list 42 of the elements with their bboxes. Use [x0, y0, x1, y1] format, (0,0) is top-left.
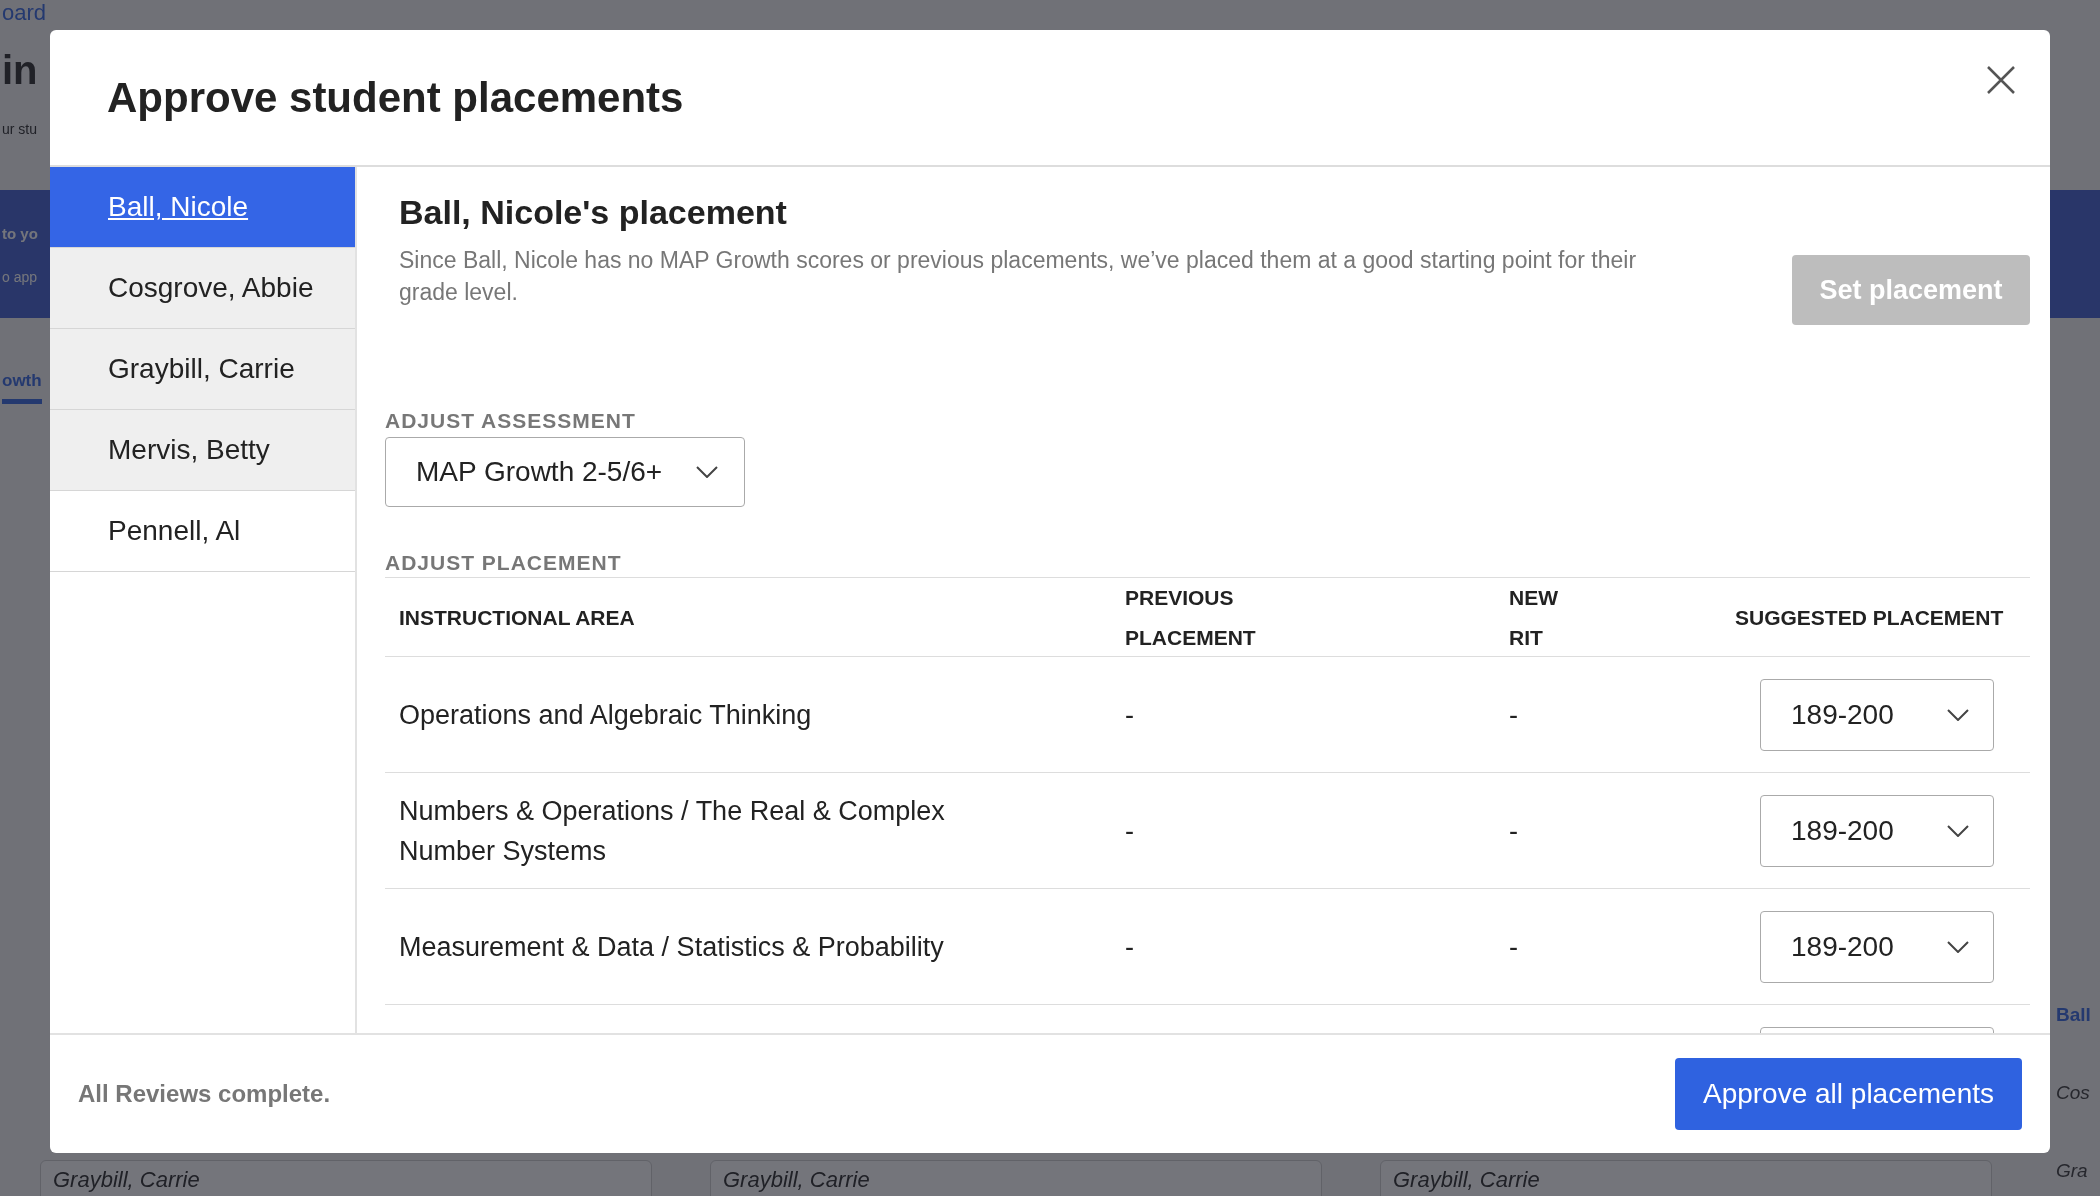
chevron-down-icon — [1947, 824, 1969, 837]
student-tab[interactable]: Cosgrove, Abbie — [50, 248, 355, 329]
assessment-dropdown[interactable]: MAP Growth 2-5/6+ — [385, 437, 745, 507]
student-name: Gra — [2056, 1161, 2088, 1180]
table-cell-text: - — [1508, 930, 1519, 964]
placement-description: Since Ball, Nicole has no MAP Growth scores or previous placements, we’ve placed them at a good starting point for their grade level. — [399, 246, 1638, 307]
chevron-down-icon — [1947, 708, 1969, 721]
column-header: SUGGESTED PLACEMENT — [1734, 605, 2005, 631]
placement-dropdown[interactable]: 189-200 — [1760, 794, 1994, 867]
placement-dropdown[interactable]: 189-200 — [1760, 678, 1994, 751]
chevron-down-icon — [696, 466, 718, 478]
banner-title: to yo — [2, 226, 38, 241]
table-cell-text: Operations and Algebraic Thinking — [398, 698, 813, 732]
table-cell-text: Numbers & Operations / The Real & Complex Number Systems — [398, 794, 946, 868]
status-text: All Reviews complete. — [78, 1080, 331, 1108]
close-icon[interactable] — [1986, 65, 2016, 95]
table-cell-text: - — [1124, 930, 1135, 964]
page-heading: in — [2, 50, 38, 90]
student-name: Graybill, Carrie — [53, 1169, 200, 1191]
student-tab[interactable]: Mervis, Betty — [50, 410, 355, 491]
table-cell-text: - — [1124, 698, 1135, 732]
table-cell-text: Measurement & Data / Statistics & Probability — [398, 930, 945, 964]
student-name: Cos — [2056, 1083, 2090, 1102]
section-label: ADJUST ASSESSMENT — [385, 409, 637, 433]
student-name: Graybill, Carrie — [723, 1169, 870, 1191]
dialog-title: Approve student placements — [107, 73, 684, 122]
student-tab[interactable]: Graybill, Carrie — [50, 329, 355, 410]
column-header: INSTRUCTIONAL AREA — [398, 605, 636, 631]
table-cell-text: - — [1124, 814, 1135, 848]
column-header: NEW RIT — [1508, 585, 1559, 651]
section-label: ADJUST PLACEMENT — [385, 551, 623, 575]
table-cell-text: - — [1508, 814, 1519, 848]
approve-all-button[interactable]: Approve all placements — [1674, 1058, 2022, 1130]
column-header: PREVIOUS PLACEMENT — [1124, 585, 1257, 651]
page-subtitle: ur stu — [2, 122, 37, 136]
placement-dropdown[interactable]: 189-200 — [1760, 910, 1994, 983]
student-name: Graybill, Carrie — [1393, 1169, 1540, 1191]
chevron-down-icon — [1947, 940, 1969, 953]
banner-text: o app — [2, 270, 38, 284]
placement-heading: Ball, Nicole's placement — [399, 193, 788, 232]
table-cell-text: - — [1508, 698, 1519, 732]
student-tab[interactable]: Ball, Nicole — [50, 167, 355, 248]
